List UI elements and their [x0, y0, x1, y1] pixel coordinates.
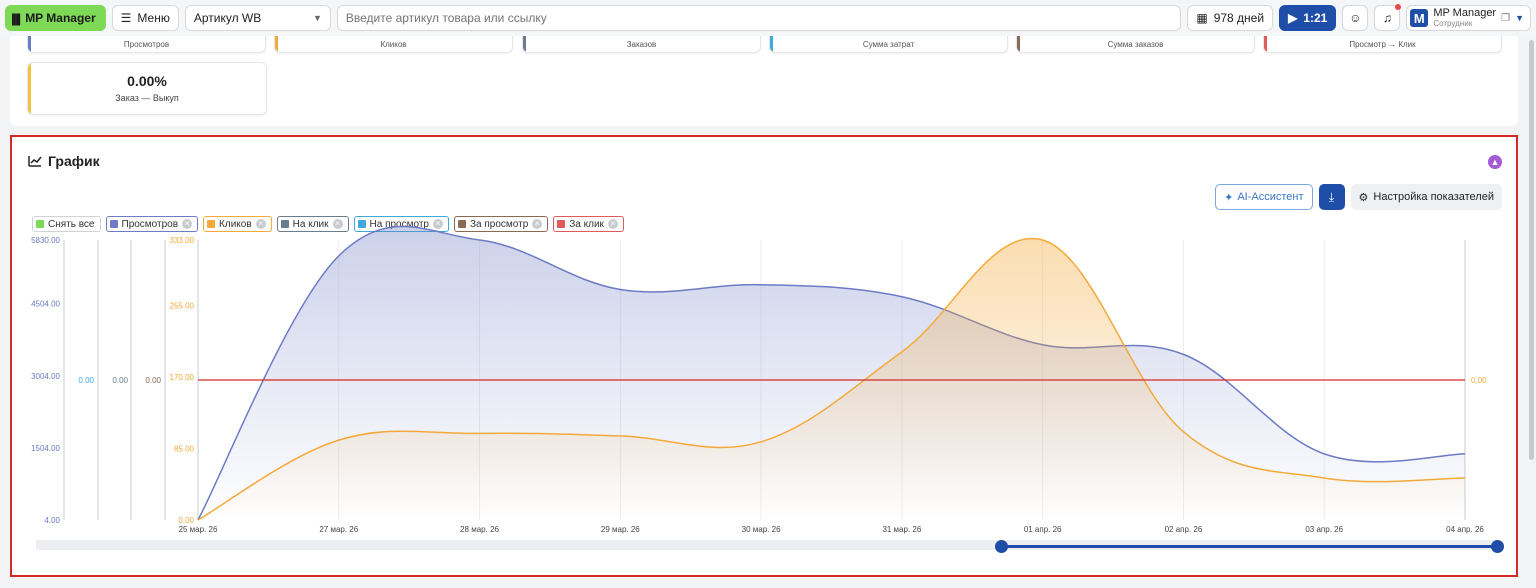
chart-svg[interactable]: 4.00 1504.00 3004.00 4504.00 5830.00 0.00 85.0… — [12, 137, 1516, 557]
metric-label: Сумма затрат — [862, 40, 915, 49]
article-type-select[interactable]: Артикул WB ▼ — [184, 5, 331, 31]
article-type-value: Артикул WB — [193, 11, 262, 25]
days-label: 978 дней — [1213, 11, 1265, 25]
metric-label: Кликов — [380, 40, 407, 49]
axis-tick-label: 0.00 — [145, 376, 161, 385]
bell-icon: ♫ — [1382, 11, 1392, 25]
smile-button[interactable]: ☺ — [1342, 5, 1369, 31]
axis-tick-label: 170.00 — [170, 373, 195, 382]
axis-tick-label: 0.00 — [178, 516, 194, 525]
range-slider-start-handle[interactable] — [994, 540, 1008, 553]
menu-label: Меню — [137, 11, 170, 25]
x-tick-label: 03 апр. 26 — [1305, 525, 1343, 534]
metric-label: Сумма заказов — [1107, 40, 1164, 49]
video-button[interactable]: ▶ 1:21 — [1279, 5, 1337, 31]
user-role: Сотрудник — [1433, 19, 1473, 28]
metric-label: Просмотр → Клик — [1349, 40, 1416, 49]
axis-tick-label: 5830.00 — [31, 236, 60, 245]
x-tick-label: 28 мар. 26 — [460, 525, 499, 534]
avatar: M — [1410, 9, 1429, 27]
metric-card: Просмотров — [27, 36, 266, 53]
metric-label: Просмотров — [123, 40, 170, 49]
metric-value: 0.00% — [127, 73, 167, 89]
chevron-down-icon: ▼ — [1515, 13, 1524, 23]
axis-tick-label: 255.00 — [170, 302, 195, 311]
x-tick-label: 29 мар. 26 — [601, 525, 640, 534]
axis-tick-label: 0.00 — [78, 376, 94, 385]
x-tick-label: 27 мар. 26 — [319, 525, 358, 534]
x-tick-label: 31 мар. 26 — [882, 525, 921, 534]
x-tick-label: 25 мар. 26 — [179, 525, 218, 534]
axis-tick-label: 0.00 — [112, 376, 128, 385]
axis-tick-label: 4504.00 — [31, 300, 60, 309]
range-slider-end-handle[interactable] — [1491, 540, 1504, 553]
chevron-down-icon: ▼ — [312, 13, 322, 23]
user-name: MP Manager — [1433, 7, 1497, 19]
metric-card: Кликов — [274, 36, 513, 53]
app-logo[interactable]: ||||| MP Manager — [5, 5, 106, 31]
x-tick-label: 30 мар. 26 — [742, 525, 781, 534]
top-bar: ||||| MP Manager ☰ Меню Артикул WB ▼ ▦ 9… — [0, 0, 1536, 36]
x-tick-label: 02 апр. 26 — [1165, 525, 1203, 534]
axis-tick-label: 1504.00 — [31, 444, 60, 453]
days-button[interactable]: ▦ 978 дней — [1187, 5, 1274, 31]
metrics-panel: Просмотров Кликов Заказов Сумма затрат Сумма… — [10, 36, 1518, 126]
calendar-icon: ▦ — [1196, 11, 1208, 25]
notifications-button[interactable]: ♫ — [1374, 4, 1402, 31]
barcode-icon: ||||| — [11, 10, 21, 26]
metric-card: Просмотр → Клик — [1263, 36, 1502, 53]
smile-icon: ☺ — [1349, 11, 1362, 25]
axis-tick-label: 333.00 — [170, 236, 195, 245]
notification-dot — [1395, 4, 1402, 10]
metric-color-bar — [28, 63, 31, 114]
metric-card: Сумма заказов — [1016, 36, 1255, 53]
video-icon: ▶ — [1288, 11, 1298, 25]
search-input[interactable] — [336, 5, 1182, 31]
page-scrollbar[interactable] — [1529, 40, 1534, 460]
hamburger-icon: ☰ — [120, 11, 132, 25]
range-slider-selection[interactable] — [1000, 545, 1498, 548]
metric-card-order-buyout: 0.00% Заказ — Выкуп — [27, 62, 267, 115]
axis-tick-label: 3004.00 — [31, 372, 60, 381]
video-timer: 1:21 — [1303, 11, 1328, 25]
x-tick-label: 01 апр. 26 — [1024, 525, 1062, 534]
menu-button[interactable]: ☰ Меню — [111, 5, 179, 31]
copy-icon[interactable]: ❐ — [1501, 13, 1510, 24]
axis-tick-label: 85.00 — [174, 445, 195, 454]
metric-card: Заказов — [522, 36, 761, 53]
metric-label: Заказ — Выкуп — [115, 93, 179, 103]
logo-text: MP Manager — [25, 11, 96, 25]
user-menu[interactable]: M MP Manager Сотрудник ❐ ▼ — [1406, 5, 1531, 31]
metric-card: Сумма затрат — [769, 36, 1008, 53]
axis-tick-label: 4.00 — [44, 516, 60, 525]
x-tick-label: 04 апр. 26 — [1446, 525, 1484, 534]
metric-label: Заказов — [626, 40, 657, 49]
axis-tick-label: 0,00 — [1471, 376, 1487, 385]
chart-panel: График ▲ ✦ AI-Ассистент ⤓ ⚙ Настройка по… — [10, 135, 1518, 577]
